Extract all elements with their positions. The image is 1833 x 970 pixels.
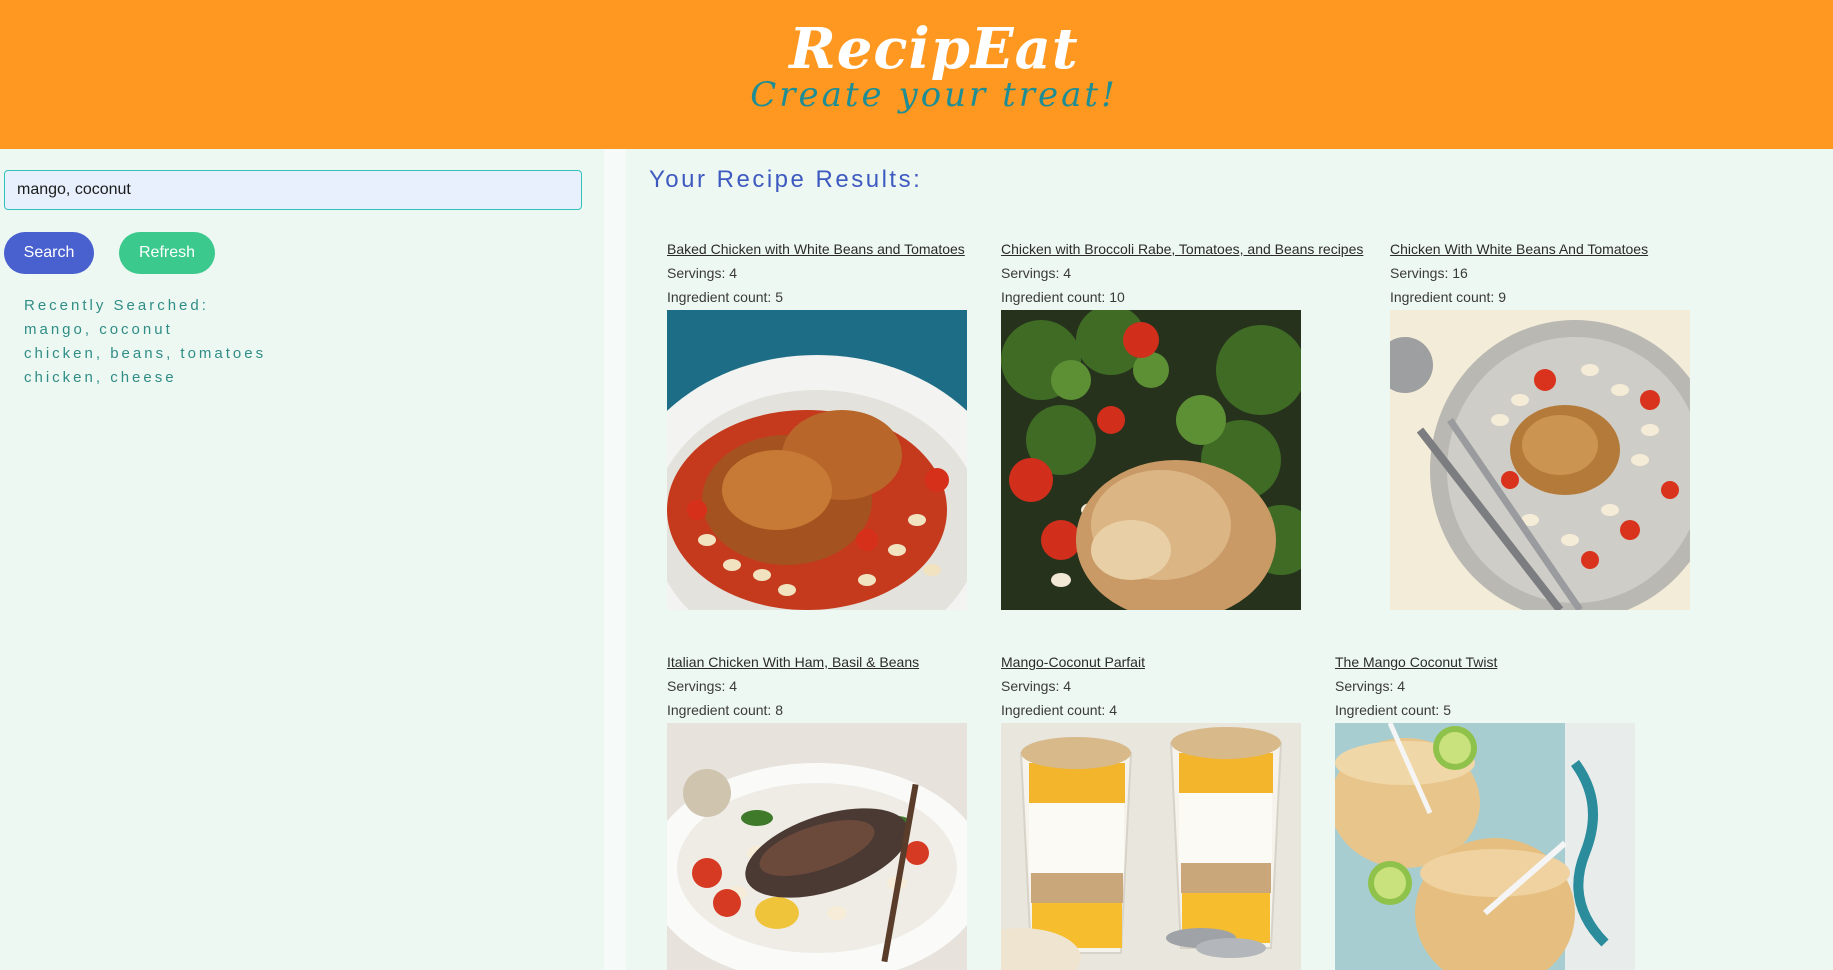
ingredient-count-line: Ingredient count: 10 bbox=[1001, 285, 1361, 309]
servings-value: 4 bbox=[729, 678, 738, 694]
recent-searches-label: Recently Searched: bbox=[24, 297, 209, 314]
sidebar bbox=[0, 149, 604, 970]
ingredient-count-value: 5 bbox=[775, 289, 783, 305]
recipe-card: Chicken with Broccoli Rabe, Tomatoes, an… bbox=[1001, 237, 1363, 610]
ingredient-count-line: Ingredient count: 8 bbox=[667, 698, 1027, 722]
recent-search-item[interactable]: chicken, beans, tomatoes bbox=[24, 342, 266, 366]
ingredient-count-label: Ingredient count: bbox=[1001, 289, 1106, 305]
servings-label: Servings: bbox=[1335, 678, 1394, 694]
recipe-title-link[interactable]: Italian Chicken With Ham, Basil & Beans bbox=[667, 650, 1027, 674]
recent-search-item[interactable]: chicken, cheese bbox=[24, 366, 266, 390]
recipe-card: Baked Chicken with White Beans and Tomat… bbox=[667, 237, 1027, 610]
brand-tagline: Create your treat! bbox=[750, 75, 1118, 115]
ingredient-count-label: Ingredient count: bbox=[1001, 702, 1106, 718]
recent-search-item[interactable]: mango, coconut bbox=[24, 318, 266, 342]
servings-label: Servings: bbox=[667, 265, 726, 281]
servings-line: Servings: 4 bbox=[1335, 674, 1695, 698]
refresh-button[interactable]: Refresh bbox=[119, 232, 215, 274]
servings-value: 16 bbox=[1452, 265, 1468, 281]
servings-label: Servings: bbox=[1001, 678, 1060, 694]
servings-line: Servings: 4 bbox=[1001, 261, 1361, 285]
ingredient-count-line: Ingredient count: 9 bbox=[1390, 285, 1750, 309]
ingredient-count-line: Ingredient count: 5 bbox=[1335, 698, 1695, 722]
app-header: RecipEat Create your treat! bbox=[0, 0, 1833, 149]
italian-chicken-photo[interactable] bbox=[667, 723, 967, 970]
servings-value: 4 bbox=[1063, 265, 1072, 281]
recipe-title-link[interactable]: Mango-Coconut Parfait bbox=[1001, 650, 1361, 674]
recent-searches: Recently Searched: mango, coconut chicke… bbox=[24, 294, 266, 390]
recipe-title-link[interactable]: Chicken with Broccoli Rabe, Tomatoes, an… bbox=[1001, 237, 1363, 261]
recipe-title-link[interactable]: Baked Chicken with White Beans and Tomat… bbox=[667, 237, 1027, 261]
brand-logo: RecipEat bbox=[789, 16, 1079, 82]
ingredient-count-line: Ingredient count: 5 bbox=[667, 285, 1027, 309]
ingredient-count-line: Ingredient count: 4 bbox=[1001, 698, 1361, 722]
ingredient-count-label: Ingredient count: bbox=[667, 702, 772, 718]
servings-label: Servings: bbox=[667, 678, 726, 694]
servings-label: Servings: bbox=[1001, 265, 1060, 281]
ingredient-count-label: Ingredient count: bbox=[1390, 289, 1495, 305]
ingredient-search-input[interactable] bbox=[4, 170, 582, 210]
sidebar-divider bbox=[604, 149, 626, 970]
recipe-title-link[interactable]: Chicken With White Beans And Tomatoes bbox=[1390, 237, 1750, 261]
ingredient-count-value: 8 bbox=[775, 702, 783, 718]
recipe-card: Mango-Coconut Parfait Servings: 4 Ingred… bbox=[1001, 650, 1361, 970]
chicken-broccoli-rabe-photo[interactable] bbox=[1001, 310, 1301, 610]
results-title: Your Recipe Results: bbox=[649, 166, 923, 193]
mango-parfait-photo[interactable] bbox=[1001, 723, 1301, 970]
servings-line: Servings: 4 bbox=[667, 261, 1027, 285]
recipe-card: Italian Chicken With Ham, Basil & Beans … bbox=[667, 650, 1027, 970]
servings-line: Servings: 4 bbox=[1001, 674, 1361, 698]
servings-line: Servings: 4 bbox=[667, 674, 1027, 698]
chicken-plate-fork-photo[interactable] bbox=[1390, 310, 1690, 610]
recipe-title-link[interactable]: The Mango Coconut Twist bbox=[1335, 650, 1695, 674]
servings-value: 4 bbox=[729, 265, 738, 281]
chicken-beans-tomatoes-photo[interactable] bbox=[667, 310, 967, 610]
ingredient-count-value: 9 bbox=[1498, 289, 1506, 305]
search-button[interactable]: Search bbox=[4, 232, 94, 274]
servings-line: Servings: 16 bbox=[1390, 261, 1750, 285]
servings-value: 4 bbox=[1063, 678, 1072, 694]
servings-value: 4 bbox=[1397, 678, 1406, 694]
ingredient-count-label: Ingredient count: bbox=[667, 289, 772, 305]
ingredient-count-value: 10 bbox=[1109, 289, 1125, 305]
ingredient-count-value: 4 bbox=[1109, 702, 1117, 718]
recipe-card: The Mango Coconut Twist Servings: 4 Ingr… bbox=[1335, 650, 1695, 970]
recipe-card: Chicken With White Beans And Tomatoes Se… bbox=[1390, 237, 1750, 610]
servings-label: Servings: bbox=[1390, 265, 1449, 281]
ingredient-count-value: 5 bbox=[1443, 702, 1451, 718]
mango-smoothie-photo[interactable] bbox=[1335, 723, 1635, 970]
ingredient-count-label: Ingredient count: bbox=[1335, 702, 1440, 718]
